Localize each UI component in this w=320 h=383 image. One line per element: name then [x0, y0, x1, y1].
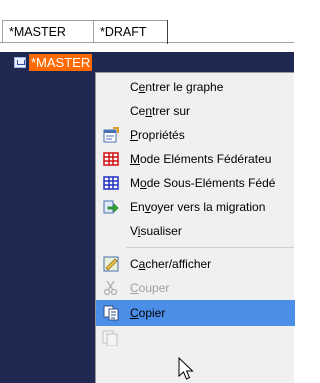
menu-item-label: Visualiser	[130, 224, 182, 238]
menu-item-mode-elements-federateurs[interactable]: Mode Eléments Fédérateu	[96, 147, 295, 171]
menu-item-label: Cacher/afficher	[130, 257, 212, 271]
menu-item-visualiser[interactable]: Visualiser	[96, 219, 295, 243]
menu-item-cacher-afficher[interactable]: Cacher/afficher	[96, 252, 295, 276]
hide-show-icon	[103, 256, 119, 272]
blue-grid-icon	[103, 176, 119, 190]
tab-master[interactable]: *MASTER	[2, 20, 94, 42]
menu-item-envoyer-migration[interactable]: Envoyer vers la migration	[96, 195, 295, 219]
menu-item-centrer-sur[interactable]: Centrer sur	[96, 99, 295, 123]
menu-item-copier[interactable]: Copier	[96, 300, 295, 326]
graph-node-icon	[14, 56, 26, 68]
tree-node-label: *MASTER	[29, 53, 93, 71]
menu-item-label: Mode Sous-Eléments Fédé	[130, 176, 276, 190]
send-arrow-icon	[103, 200, 119, 214]
tab-draft[interactable]: *DRAFT	[94, 20, 168, 42]
properties-icon	[103, 127, 119, 143]
menu-item-label: Couper	[130, 281, 170, 295]
menu-item-label: Mode Eléments Fédérateu	[130, 152, 272, 166]
mouse-cursor-icon	[178, 357, 194, 380]
menu-item-label: Envoyer vers la migration	[130, 200, 266, 214]
menu-item-centrer-graphe[interactable]: Centrer le graphe	[96, 75, 295, 99]
red-grid-icon	[103, 152, 119, 166]
tab-separator	[167, 20, 168, 44]
menu-item-label: Copier	[130, 306, 166, 320]
menu-item-label: Centrer sur	[130, 104, 191, 118]
menu-separator	[126, 247, 294, 248]
menu-item-label: Centrer le graphe	[130, 80, 224, 94]
copy-icon	[103, 305, 119, 321]
partial-menu-icon	[102, 330, 118, 346]
menu-item-label: Propriétés	[130, 128, 185, 142]
context-menu: Centrer le graphe Centrer sur Propriétés…	[95, 72, 295, 383]
menu-item-couper[interactable]: Couper	[96, 276, 295, 300]
menu-item-proprietes[interactable]: Propriétés	[96, 123, 295, 147]
scissors-icon	[103, 280, 118, 296]
tab-bar: *MASTER *DRAFT	[0, 0, 294, 46]
menu-item-mode-sous-elements[interactable]: Mode Sous-Eléments Fédé	[96, 171, 295, 195]
tree-node-master[interactable]: *MASTER	[14, 53, 93, 71]
